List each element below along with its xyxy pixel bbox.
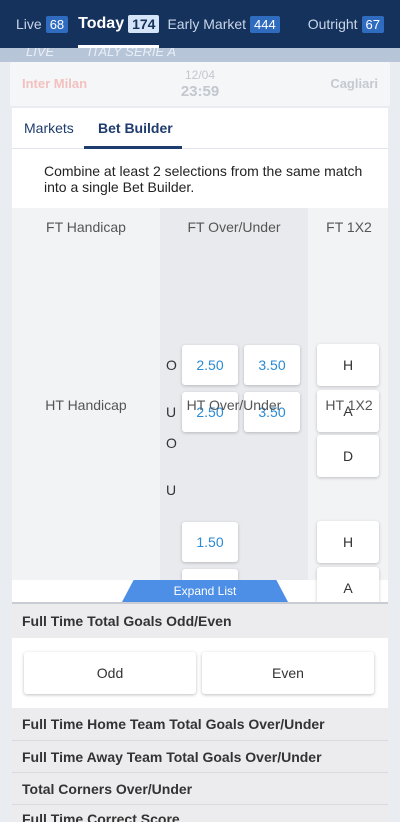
ft-over-3-50-button[interactable]: 3.50 xyxy=(244,345,300,385)
ft-1x2-header: FT 1X2 xyxy=(326,219,372,235)
tab-markets[interactable]: Markets xyxy=(24,120,74,136)
market-header-away-goals[interactable]: Full Time Away Team Total Goals Over/Und… xyxy=(12,740,388,772)
active-tab-indicator xyxy=(84,146,182,149)
tab-live[interactable]: Live 68 xyxy=(16,0,69,48)
odd-even-selections: Odd Even xyxy=(12,638,388,708)
expand-list-button[interactable]: Expand List xyxy=(122,580,288,602)
tab-outright-count: 67 xyxy=(361,15,385,33)
ht-over-label: O xyxy=(166,435,177,451)
bet-builder-grid: FT Handicap FT Over/Under FT 1X2 O 2.50 … xyxy=(12,208,388,654)
tab-early-market-label: Early Market xyxy=(167,16,247,32)
ft-home-button[interactable]: H xyxy=(317,344,379,386)
tab-early-market[interactable]: Early Market 444 xyxy=(167,0,280,48)
ht-handicap-header: HT Handicap xyxy=(45,397,127,413)
ht-over-under-header: HT Over/Under xyxy=(186,397,282,413)
tab-outright-label: Outright xyxy=(307,16,358,32)
match-header: Inter Milan 12/04 23:59 Cagliari xyxy=(10,62,390,106)
even-button[interactable]: Even xyxy=(202,652,374,694)
market-header-corners[interactable]: Total Corners Over/Under xyxy=(12,772,388,804)
sub-tabs: Markets Bet Builder xyxy=(12,108,388,149)
tab-today-label: Today xyxy=(78,15,125,32)
ft-draw-button[interactable]: D xyxy=(317,435,379,477)
market-header-correct-score[interactable]: Full Time Correct Score xyxy=(12,804,388,822)
tab-today[interactable]: Today 174 xyxy=(78,0,160,48)
tab-bet-builder[interactable]: Bet Builder xyxy=(98,120,173,136)
tab-live-label: Live xyxy=(16,16,42,32)
tab-today-count: 174 xyxy=(128,15,160,33)
away-team: Cagliari xyxy=(330,76,378,91)
top-nav: Live 68 Today 174 Early Market 444 Outri… xyxy=(0,0,400,48)
ht-over-1-50-button[interactable]: 1.50 xyxy=(182,522,238,562)
odd-even-market-header[interactable]: Full Time Total Goals Odd/Even xyxy=(12,602,388,638)
tab-early-market-count: 444 xyxy=(250,15,280,33)
tab-outright[interactable]: Outright 67 xyxy=(307,0,385,48)
ft-over-2-50-button[interactable]: 2.50 xyxy=(182,345,238,385)
bet-builder-card: Markets Bet Builder Combine at least 2 s… xyxy=(12,108,388,822)
tab-live-count: 68 xyxy=(45,15,69,33)
odd-button[interactable]: Odd xyxy=(24,652,196,694)
ft-over-label: O xyxy=(166,357,177,373)
market-header-home-goals[interactable]: Full Time Home Team Total Goals Over/Und… xyxy=(12,708,388,740)
ht-home-button[interactable]: H xyxy=(317,521,379,563)
ht-under-label: U xyxy=(166,482,177,498)
ht-1x2-header: HT 1X2 xyxy=(325,397,373,413)
ft-handicap-header: FT Handicap xyxy=(46,219,126,235)
bet-builder-intro: Combine at least 2 selections from the s… xyxy=(44,163,363,195)
ft-over-under-header: FT Over/Under xyxy=(187,219,281,235)
